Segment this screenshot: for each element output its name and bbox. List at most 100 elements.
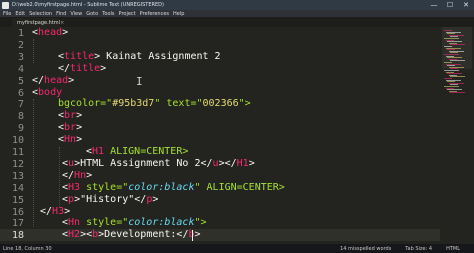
tag-token: br (64, 122, 77, 134)
code-token: > (76, 134, 83, 146)
menu-find[interactable]: Find (56, 11, 66, 17)
tag-token: head (38, 27, 63, 38)
window-title: D:\web2.0\myfirstpage.html - Sublime Tex… (12, 2, 164, 8)
menu-bar: File Edit Selection Find View Goto Tools… (0, 10, 474, 17)
tag-token: H1 (92, 146, 105, 157)
menu-tools[interactable]: Tools (102, 11, 114, 17)
tag-token: H3 (68, 181, 81, 193)
text-cursor (192, 230, 193, 242)
code-token: > (194, 229, 201, 241)
tag-token: title (70, 62, 101, 74)
tag-token: H2 (68, 229, 81, 241)
tag-token: head (44, 74, 69, 86)
menu-help[interactable]: Help (173, 11, 184, 17)
code-editor[interactable]: 1 2 3 4 5 6 7 8 9 10 11 12 13 14 15 16 17 18 <head> <title… (0, 27, 440, 244)
tag-token: Hn (68, 217, 81, 229)
style-value-token: color:black (128, 217, 195, 229)
code-token: > (86, 169, 93, 181)
indent-guide (33, 39, 34, 63)
code-token: >"History"</ (74, 193, 147, 205)
code-token: > (76, 122, 83, 134)
code-line[interactable]: bgcolor="#95b3d7" text="002366"> (58, 98, 251, 110)
title-bar: D:\web2.0\myfirstpage.html - Sublime Tex… (0, 0, 474, 10)
menu-project[interactable]: Project (119, 11, 136, 17)
code-token: </ (40, 205, 53, 217)
code-token: </ (32, 74, 45, 86)
cursor-position: Line 18, Column 30 (3, 245, 52, 252)
code-line[interactable]: <br> (58, 110, 82, 122)
menu-file[interactable]: File (3, 11, 11, 17)
code-line[interactable]: <title> Kainat Assignment 2 (58, 51, 221, 63)
code-token: ALIGN=CENTER> (104, 146, 189, 157)
code-line[interactable]: </Hn> (62, 170, 92, 182)
minimap-line (450, 76, 465, 78)
code-token: ></ (218, 157, 237, 169)
code-area[interactable]: <head> <title> Kainat Assignment 2 </title… (0, 27, 440, 244)
code-token: > (64, 205, 71, 217)
code-token: bgcolor=" (58, 98, 113, 110)
code-line[interactable]: </title> (58, 63, 106, 75)
code-line[interactable]: <body (32, 87, 62, 99)
code-line[interactable]: <br> (58, 122, 82, 134)
code-line[interactable]: <H3 style="color:black" ALIGN=CENTER> (62, 182, 285, 194)
code-line[interactable]: <p>"History"</p> (62, 194, 158, 206)
code-line[interactable]: <u>HTML Assignment No 2</u></H1> (62, 158, 255, 170)
string-token: #95b3d7 (112, 98, 155, 110)
code-line[interactable]: <head> (32, 27, 68, 39)
menu-goto[interactable]: Goto (86, 11, 98, 17)
code-token: > (248, 157, 255, 169)
indent-guide (33, 99, 34, 227)
menu-view[interactable]: View (70, 11, 82, 17)
mouse-ibeam-icon: I (136, 75, 143, 88)
code-token: </ (58, 62, 71, 74)
spellcheck-status: 14 misspelled words (340, 245, 392, 252)
code-line[interactable]: </head> (32, 75, 74, 87)
tag-token: br (64, 110, 77, 122)
menu-preferences[interactable]: Preferences (140, 11, 169, 17)
minimap-line (450, 92, 465, 94)
code-token: > (62, 27, 69, 38)
code-line[interactable]: <Hn> (58, 134, 82, 146)
code-line[interactable]: <H1 ALIGN=CENTER> (86, 146, 188, 158)
minimap-line (450, 60, 465, 62)
code-token: "> (194, 217, 207, 229)
style-value-token: color:black (128, 181, 195, 193)
code-token: " text=" (154, 98, 203, 110)
code-token: " ALIGN=CENTER> (194, 181, 285, 193)
syntax-mode[interactable]: HTML (446, 246, 460, 252)
tag-token: title (64, 50, 95, 62)
menu-edit[interactable]: Edit (15, 11, 25, 17)
code-token: > (152, 193, 159, 205)
code-token: > (68, 74, 75, 86)
code-token: > Kainat Assignment 2 (94, 50, 221, 62)
minimap-line (450, 44, 465, 46)
tag-token: Hn (64, 134, 77, 146)
code-token: >Development:</ (98, 229, 189, 241)
minimap[interactable] (440, 27, 474, 244)
tag-token: Hn (74, 169, 87, 181)
sublime-app-icon (2, 1, 9, 9)
tab-close-icon[interactable]: × (60, 20, 64, 26)
tab-label: myfirstpage.html (17, 19, 61, 26)
indent-guide (59, 147, 60, 207)
code-token: > (76, 110, 83, 122)
code-line[interactable]: </H3> (40, 206, 70, 218)
string-token: 002366 (202, 98, 239, 110)
status-bar: Line 18, Column 30 14 misspelled words T… (0, 244, 474, 253)
tab-size[interactable]: Tab Size: 4 (405, 246, 432, 252)
tab-myfirstpage[interactable]: myfirstpage.html × (12, 18, 64, 27)
maximize-button[interactable]: ☐ (442, 0, 458, 10)
tab-bar: myfirstpage.html × (0, 17, 474, 27)
tag-token: H1 (236, 157, 249, 169)
minimize-button[interactable]: — (426, 0, 442, 10)
window-controls: — ☐ ✕ (426, 0, 474, 10)
code-token: "> (238, 98, 251, 110)
code-line[interactable]: <H2><b>Development:</b> (62, 229, 201, 241)
code-token: >HTML Assignment No 2</ (74, 157, 213, 169)
code-token: </ (62, 169, 75, 181)
tag-token: body (38, 86, 63, 98)
code-token: style=" (80, 181, 129, 193)
code-line[interactable]: <Hn style="color:black"> (62, 217, 207, 229)
close-button[interactable]: ✕ (458, 0, 474, 10)
menu-selection[interactable]: Selection (29, 11, 52, 17)
